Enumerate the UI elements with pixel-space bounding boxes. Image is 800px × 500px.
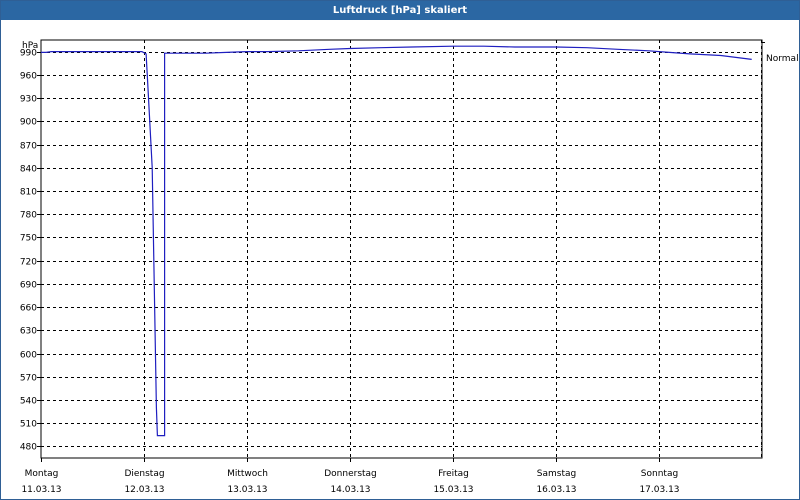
grid (37, 40, 762, 462)
y-tick-label: 840 (20, 165, 37, 175)
y-tick-label: 600 (20, 351, 37, 361)
x-tick-day-label: Freitag (438, 469, 469, 479)
y-tick-label: 870 (20, 142, 37, 152)
y-tick-label: 630 (20, 327, 37, 337)
series (41, 42, 765, 437)
x-tick-date-label: 12.03.13 (124, 485, 164, 495)
x-axis: Montag 11.03.13 Dienstag 12.03.13 Mittwoch 13… (21, 469, 679, 495)
y-tick-label: 720 (20, 258, 37, 268)
y-tick-label: 480 (20, 443, 37, 453)
x-tick-date-label: 15.03.13 (433, 485, 473, 495)
y-tick-label: 960 (20, 72, 37, 82)
y-tick-label: 570 (20, 374, 37, 384)
y-tick-label: 930 (20, 95, 37, 105)
y-axis: 480 510 540 570 600 630 660 690 720 750 780 810 840 8… (20, 49, 37, 453)
y-axis-label: hPa (22, 41, 38, 51)
chart-svg: 480 510 540 570 600 630 660 690 720 750 780 810 840 8… (20, 39, 799, 495)
y-tick-label: 690 (20, 281, 37, 291)
x-tick-day-label: Montag (25, 469, 59, 479)
x-tick-day-label: Sonntag (641, 469, 678, 479)
x-tick-day-label: Samstag (537, 469, 576, 479)
y-tick-label: 900 (20, 118, 37, 128)
x-tick-date-label: 16.03.13 (536, 485, 576, 495)
x-tick-day-label: Dienstag (124, 469, 164, 479)
y-tick-label: 660 (20, 304, 37, 314)
x-tick-date-label: 17.03.13 (639, 485, 679, 495)
y-tick-label: 510 (20, 420, 37, 430)
y-tick-label: 540 (20, 397, 37, 407)
x-tick-date-label: 14.03.13 (330, 485, 370, 495)
x-tick-day-label: Donnerstag (324, 469, 377, 479)
y-tick-label: 750 (20, 234, 37, 244)
y-tick-label: 810 (20, 188, 37, 198)
x-tick-date-label: 13.03.13 (227, 485, 267, 495)
x-tick-day-label: Mittwoch (227, 469, 268, 479)
legend-entry-normal: Normal (766, 54, 799, 64)
y-tick-label: 780 (20, 211, 37, 221)
x-tick-date-label: 11.03.13 (21, 485, 61, 495)
